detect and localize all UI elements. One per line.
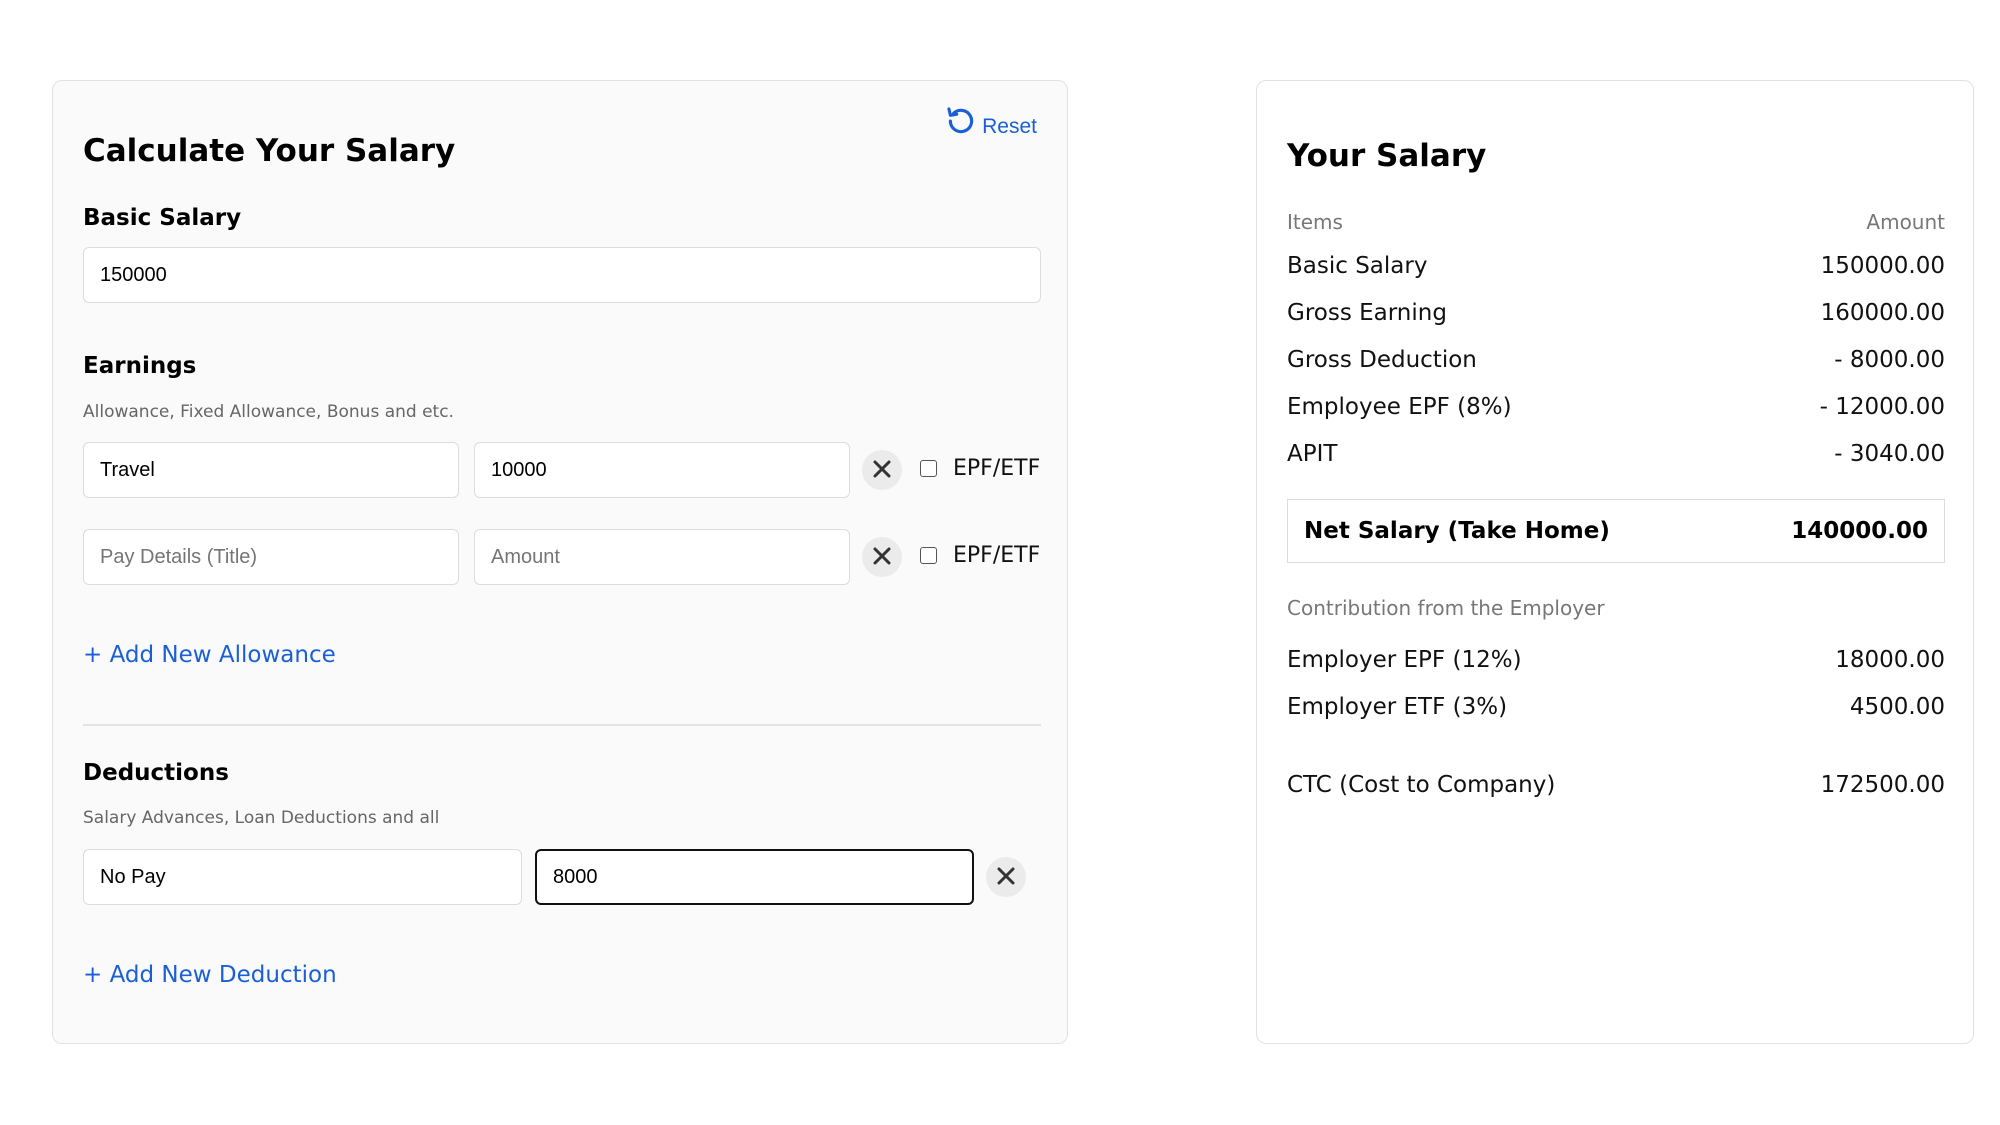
section-divider — [83, 724, 1041, 726]
earning-epf-checkbox[interactable]: EPF/ETF — [920, 543, 1040, 568]
deduction-title-input[interactable] — [83, 849, 522, 905]
basic-salary-input[interactable] — [83, 247, 1041, 303]
epf-etf-label: EPF/ETF — [953, 543, 1041, 568]
deduction-amount-input[interactable] — [535, 849, 974, 905]
earning-title-input[interactable] — [83, 529, 459, 585]
amount-header: Amount — [1866, 210, 1945, 234]
remove-earning-button[interactable] — [862, 537, 902, 577]
salary-summary-panel: Your Salary Items Amount Basic Salary 15… — [1256, 80, 1974, 1044]
employer-line: Employer EPF (12%) 18000.00 — [1287, 647, 1945, 673]
ctc-line: CTC (Cost to Company) 172500.00 — [1287, 772, 1945, 798]
earnings-title: Earnings — [83, 353, 197, 379]
line-value: 18000.00 — [1835, 647, 1945, 673]
line-label: Basic Salary — [1287, 253, 1428, 279]
earning-epf-checkbox[interactable]: EPF/ETF — [920, 456, 1040, 481]
checkbox-box[interactable] — [920, 460, 937, 477]
line-value: 4500.00 — [1849, 694, 1945, 720]
summary-line: Basic Salary 150000.00 — [1287, 253, 1945, 279]
line-value: - 8000.00 — [1834, 347, 1945, 373]
line-label: Employer ETF (3%) — [1287, 694, 1508, 720]
net-salary-box: Net Salary (Take Home) 140000.00 — [1287, 499, 1945, 563]
earning-amount-input[interactable] — [474, 529, 850, 585]
line-label: Employee EPF (8%) — [1287, 394, 1512, 420]
employer-line: Employer ETF (3%) 4500.00 — [1287, 694, 1945, 720]
deductions-title: Deductions — [83, 760, 229, 786]
ctc-value: 172500.00 — [1820, 772, 1945, 798]
line-value: 160000.00 — [1820, 300, 1945, 326]
line-value: - 12000.00 — [1819, 394, 1945, 420]
close-icon — [873, 460, 891, 481]
summary-line: Employee EPF (8%) - 12000.00 — [1287, 394, 1945, 420]
net-salary-value: 140000.00 — [1791, 518, 1928, 544]
line-value: 150000.00 — [1820, 253, 1945, 279]
calculator-panel: Reset Calculate Your Salary Basic Salary… — [52, 80, 1068, 1044]
line-label: APIT — [1287, 441, 1338, 467]
close-icon — [873, 547, 891, 568]
earning-title-input[interactable] — [83, 442, 459, 498]
add-allowance-link[interactable]: + Add New Allowance — [83, 642, 336, 668]
reset-label: Reset — [982, 115, 1037, 138]
summary-line: APIT - 3040.00 — [1287, 441, 1945, 467]
add-deduction-link[interactable]: + Add New Deduction — [83, 962, 337, 988]
summary-line: Gross Deduction - 8000.00 — [1287, 347, 1945, 373]
summary-header: Items Amount — [1287, 210, 1945, 234]
epf-etf-label: EPF/ETF — [953, 456, 1041, 481]
summary-line: Gross Earning 160000.00 — [1287, 300, 1945, 326]
employer-contribution-label: Contribution from the Employer — [1287, 596, 1605, 620]
calculator-title: Calculate Your Salary — [83, 133, 456, 169]
summary-title: Your Salary — [1287, 138, 1487, 174]
net-salary-label: Net Salary (Take Home) — [1304, 518, 1610, 544]
line-value: - 3040.00 — [1834, 441, 1945, 467]
remove-earning-button[interactable] — [862, 450, 902, 490]
line-label: Gross Deduction — [1287, 347, 1477, 373]
close-icon — [997, 867, 1015, 888]
reset-icon — [944, 104, 978, 138]
line-label: Employer EPF (12%) — [1287, 647, 1522, 673]
deductions-subtitle: Salary Advances, Loan Deductions and all — [83, 808, 440, 828]
earnings-subtitle: Allowance, Fixed Allowance, Bonus and et… — [83, 402, 454, 422]
items-header: Items — [1287, 210, 1343, 234]
basic-salary-label: Basic Salary — [83, 205, 242, 231]
ctc-label: CTC (Cost to Company) — [1287, 772, 1556, 798]
earning-amount-input[interactable] — [474, 442, 850, 498]
reset-button[interactable]: Reset — [944, 103, 1037, 139]
line-label: Gross Earning — [1287, 300, 1447, 326]
remove-deduction-button[interactable] — [986, 857, 1026, 897]
checkbox-box[interactable] — [920, 547, 937, 564]
